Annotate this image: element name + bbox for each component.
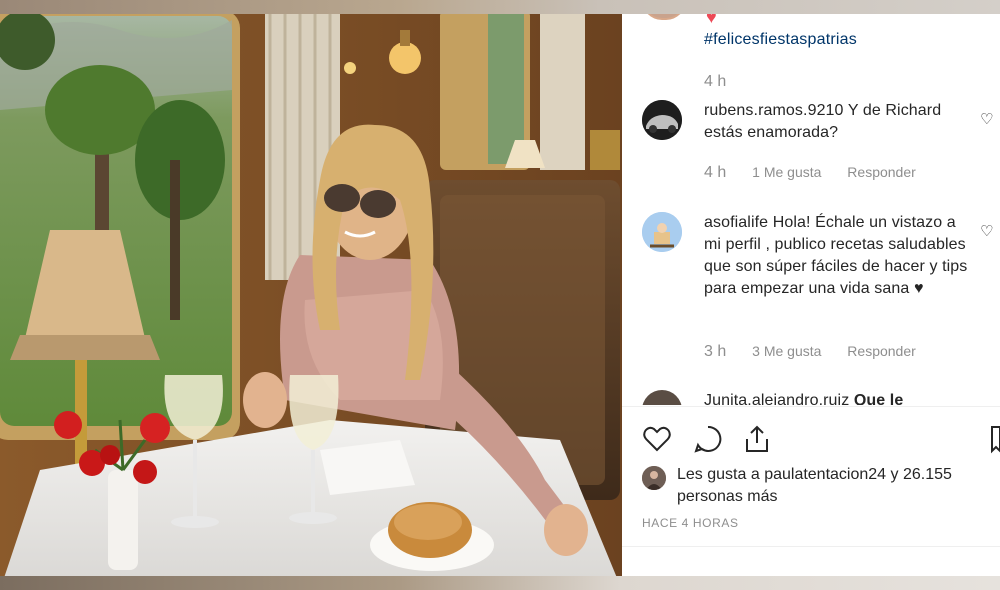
comment-time: 3 h — [704, 343, 727, 360]
commenter-avatar[interactable] — [642, 390, 682, 405]
liker-avatar[interactable] — [642, 466, 666, 490]
comment-likes-count[interactable]: 3 Me gusta — [752, 343, 821, 359]
cartoon-avatar-icon — [642, 212, 682, 252]
comment-username[interactable]: asofialife — [704, 214, 768, 231]
hashtag-link[interactable]: #felicesfiestaspatrias — [704, 31, 857, 49]
comment-like-heart-icon[interactable]: ♡ — [980, 224, 996, 240]
section-divider — [622, 406, 1000, 407]
comment-likes-count[interactable]: 1 Me gusta — [752, 164, 821, 180]
comment-text: asofialife Hola! Échale un vistazo a mi … — [704, 212, 972, 300]
commenter-avatar[interactable] — [642, 212, 682, 252]
commenter-avatar[interactable] — [642, 100, 682, 140]
reply-button[interactable]: Responder — [847, 164, 916, 180]
bottom-blur-band — [0, 576, 1000, 590]
post-photo — [0, 0, 622, 590]
comments-list[interactable]: ♥ #felicesfiestaspatrias 4 h rubens.ramo… — [622, 0, 1000, 405]
comment-meta: 3 h 3 Me gusta Responder — [704, 343, 938, 361]
comment-like-heart-icon[interactable]: ♡ — [980, 112, 996, 128]
comment-time: 4 h — [704, 164, 727, 181]
post-actions: Les gusta a paulatentacion24 y 26.155 pe… — [622, 408, 1000, 548]
liker-username[interactable]: paulatentacion24 — [764, 466, 886, 483]
likes-conjunction: y — [890, 466, 899, 483]
comment-username[interactable]: rubens.ramos.9210 — [704, 102, 844, 119]
comment-icon[interactable] — [693, 424, 723, 454]
train-dining-scene — [0, 0, 622, 590]
share-icon[interactable] — [742, 424, 772, 454]
comment-text: rubens.ramos.9210 Y de Richard estás ena… — [704, 100, 972, 144]
bookmark-icon[interactable] — [990, 424, 1000, 454]
comment-username[interactable]: Junita.alejandro.ruiz — [704, 392, 849, 405]
instagram-post-screenshot: ♥ #felicesfiestaspatrias 4 h rubens.ramo… — [0, 0, 1000, 590]
post-timestamp[interactable]: HACE 4 HORAS — [642, 516, 739, 530]
likes-summary: Les gusta a paulatentacion24 y 26.155 pe… — [677, 464, 977, 508]
car-photo-icon — [642, 100, 682, 140]
comment-body: Que le — [853, 392, 904, 405]
comment-text: Junita.alejandro.ruiz Que le — [704, 390, 972, 405]
likes-prefix: Les gusta a — [677, 466, 760, 483]
section-divider — [622, 546, 1000, 547]
top-blur-band — [0, 0, 1000, 14]
reply-button[interactable]: Responder — [847, 343, 916, 359]
heart-outline-icon[interactable] — [642, 424, 672, 454]
person-photo-icon — [642, 466, 666, 490]
caption-time: 4 h — [704, 73, 727, 90]
post-side-panel: ♥ #felicesfiestaspatrias 4 h rubens.ramo… — [622, 0, 1000, 590]
comment-meta: 4 h 1 Me gusta Responder — [704, 164, 938, 182]
